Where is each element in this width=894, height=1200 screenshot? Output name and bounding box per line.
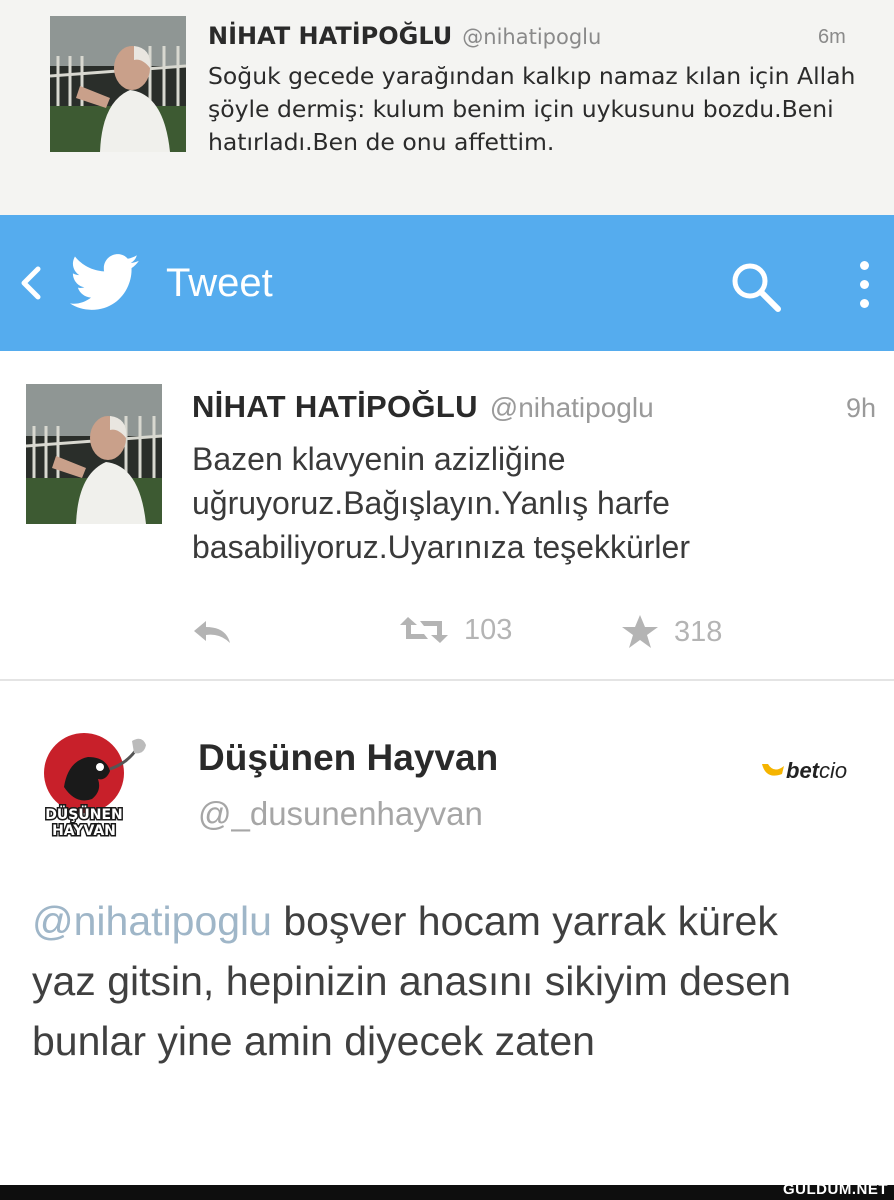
embedded-tweet: NİHAT HATİPOĞLU @nihatipoglu 6m Soğuk gec… bbox=[0, 0, 894, 215]
favorite-button[interactable]: 318 bbox=[620, 613, 722, 651]
author-handle[interactable]: @nihatipoglu bbox=[462, 25, 601, 49]
brand-light: cio bbox=[819, 758, 848, 783]
author-handle[interactable]: @_dusunenhayvan bbox=[198, 795, 483, 833]
footer-bar: GULDUM.NET bbox=[0, 1181, 894, 1200]
dot bbox=[859, 280, 869, 289]
author-name[interactable]: NİHAT HATİPOĞLU @nihatipoglu bbox=[208, 22, 601, 50]
reply-icon bbox=[194, 621, 230, 643]
dot bbox=[859, 261, 869, 270]
profile-photo-icon bbox=[26, 384, 162, 524]
back-chevron-icon[interactable] bbox=[14, 263, 46, 303]
mention-link[interactable]: @nihatipoglu bbox=[32, 898, 272, 944]
author-name-text: NİHAT HATİPOĞLU bbox=[208, 22, 453, 50]
retweet-icon bbox=[400, 617, 448, 643]
author-name[interactable]: NİHAT HATİPOĞLU @nihatipoglu bbox=[192, 389, 654, 425]
betcio-ad-logo[interactable]: betcio bbox=[760, 758, 847, 784]
favorite-count: 318 bbox=[674, 615, 723, 648]
more-options-icon[interactable] bbox=[852, 255, 876, 319]
profile-photo-icon bbox=[50, 16, 186, 152]
tweet-timestamp: 6m bbox=[818, 26, 846, 48]
retweet-count: 103 bbox=[464, 613, 513, 646]
avatar[interactable] bbox=[50, 16, 186, 152]
author-handle[interactable]: @nihatipoglu bbox=[490, 392, 654, 423]
page-title: Tweet bbox=[166, 261, 273, 305]
reply-button[interactable] bbox=[190, 615, 248, 649]
app-header: Tweet bbox=[0, 215, 894, 351]
avatar[interactable]: DÜŞÜNEN HAYVAN bbox=[38, 731, 160, 841]
betcio-wordmark: betcio bbox=[786, 758, 847, 784]
brand-bold: bet bbox=[786, 758, 819, 783]
dusunen-hayvan-logo: DÜŞÜNEN HAYVAN bbox=[44, 733, 146, 841]
tweet-actions: 103 318 bbox=[0, 613, 894, 653]
tweet-text: @nihatipoglu boşver hocam yarrak kürek y… bbox=[32, 891, 852, 1071]
author-name[interactable]: Düşünen Hayvan bbox=[198, 737, 498, 779]
search-icon[interactable] bbox=[726, 259, 786, 315]
twitter-bird-icon[interactable] bbox=[70, 253, 140, 313]
author-name-text: NİHAT HATİPOĞLU bbox=[192, 389, 478, 424]
logo-text-line-2: HAYVAN bbox=[52, 823, 116, 839]
main-tweet: NİHAT HATİPOĞLU @nihatipoglu 9h Bazen kla… bbox=[0, 351, 894, 681]
watermark: GULDUM.NET bbox=[783, 1181, 888, 1198]
dot bbox=[859, 299, 869, 308]
logo-text-line-1: DÜŞÜNEN bbox=[45, 805, 122, 823]
tweet-timestamp: 9h bbox=[846, 393, 877, 423]
star-icon bbox=[622, 615, 658, 648]
tweet-text: Soğuk gecede yarağından kalkıp namaz kıl… bbox=[208, 62, 856, 156]
tweet-text: Bazen klavyenin azizliğine uğruyoruz.Bağ… bbox=[192, 441, 690, 565]
betcio-swoosh-icon bbox=[762, 764, 784, 776]
avatar[interactable] bbox=[26, 384, 162, 524]
reply-tweet: DÜŞÜNEN HAYVAN Düşünen Hayvan @_dusunenh… bbox=[0, 683, 894, 1185]
retweet-button[interactable]: 103 bbox=[398, 613, 512, 647]
